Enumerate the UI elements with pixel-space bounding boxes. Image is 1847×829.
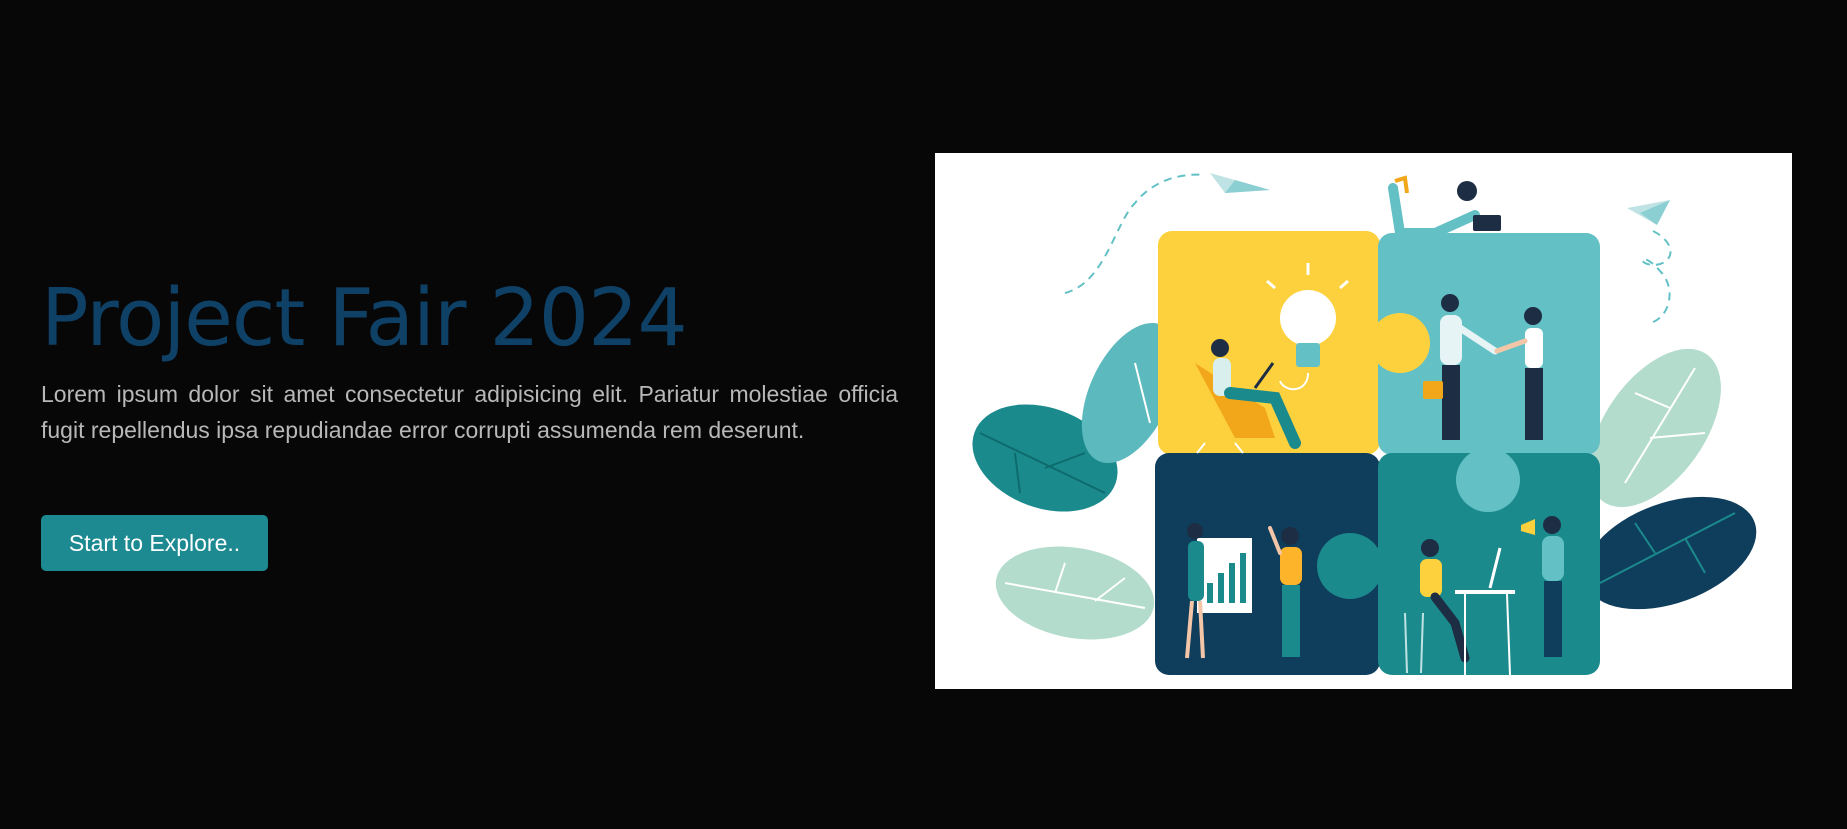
paper-plane-left-icon xyxy=(1210,173,1270,193)
paper-plane-right-icon xyxy=(1627,200,1670,225)
start-explore-button[interactable]: Start to Explore.. xyxy=(41,515,268,571)
teamwork-puzzle-illustration xyxy=(935,153,1792,689)
hero-description: Lorem ipsum dolor sit amet consectetur a… xyxy=(41,381,898,443)
dashed-path-right xyxy=(1641,230,1672,324)
hero-section: Project Fair 2024 Lorem ipsum dolor sit … xyxy=(0,0,1847,829)
hero-text: Project Fair 2024 Lorem ipsum dolor sit … xyxy=(41,270,898,448)
page-title: Project Fair 2024 xyxy=(41,272,688,364)
person-lying-top xyxy=(1388,175,1501,238)
